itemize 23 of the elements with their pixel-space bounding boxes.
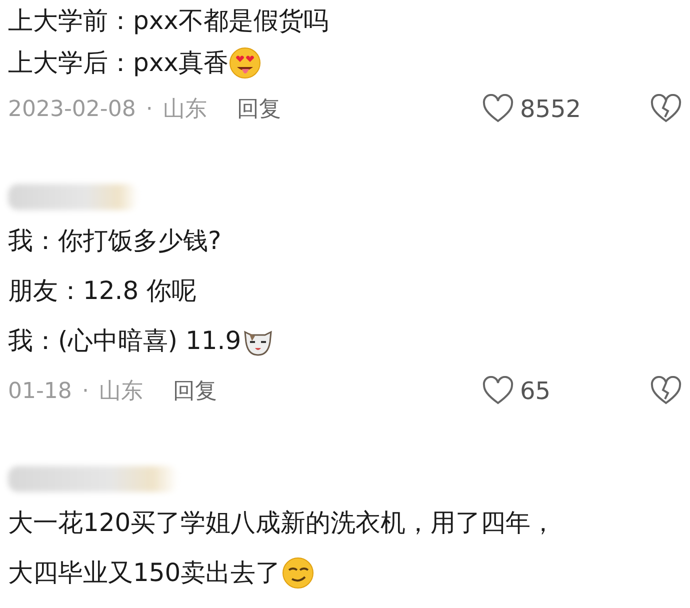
reply-link[interactable]: 回复 xyxy=(236,94,281,124)
like-count: 65 xyxy=(520,377,551,405)
like-count: 8552 xyxy=(520,95,582,123)
comment-text: 大四毕业又150卖出去了 xyxy=(8,557,281,589)
comment-text: 上大学后：pxx真香 xyxy=(8,47,228,79)
comment-text: 上大学前：pxx不都是假货吗 xyxy=(8,5,328,37)
separator-dot: · xyxy=(82,378,89,404)
separator-dot: · xyxy=(146,96,153,122)
comment-location: 山东 xyxy=(162,96,207,124)
smirking-face-icon xyxy=(280,556,315,590)
broken-heart-icon[interactable] xyxy=(650,94,682,124)
comment-date: 2023-02-08 xyxy=(8,96,136,122)
comment-location: 山东 xyxy=(98,378,143,406)
comment-date: 01-18 xyxy=(8,378,72,404)
comment-text: 我：(心中暗喜) 11.9 xyxy=(8,325,242,357)
heart-icon[interactable] xyxy=(482,376,514,406)
broken-heart-icon[interactable] xyxy=(650,376,682,406)
comment-text: 大一花120买了学姐八成新的洗衣机，用了四年， xyxy=(8,507,556,539)
heart-icon[interactable] xyxy=(482,94,514,124)
comment-text: 我：你打饭多少钱? xyxy=(8,225,222,257)
reply-link[interactable]: 回复 xyxy=(172,376,217,406)
heart-eyes-emoji-icon xyxy=(228,46,262,80)
comment-text: 朋友：12.8 你呢 xyxy=(8,275,197,307)
